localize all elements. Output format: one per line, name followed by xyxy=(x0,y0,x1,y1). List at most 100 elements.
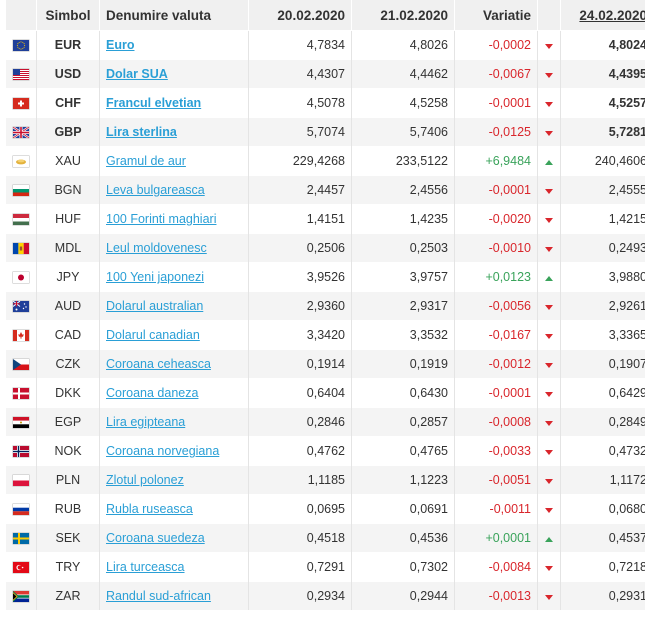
currency-name-link[interactable]: Rubla ruseasca xyxy=(106,502,193,516)
rate-variation: -0,0067 xyxy=(454,59,538,89)
rate-date2: 1,1223 xyxy=(351,465,455,495)
rate-variation: -0,0020 xyxy=(454,204,538,234)
table-header-row: Simbol Denumire valuta 20.02.2020 21.02.… xyxy=(6,0,645,31)
rate-variation: -0,0001 xyxy=(454,88,538,118)
eg-flag-icon xyxy=(13,417,29,429)
rate-date3: 2,4555 xyxy=(560,175,645,205)
flag-cell xyxy=(6,320,37,350)
rate-date2: 233,5122 xyxy=(351,146,455,176)
currency-name-cell[interactable]: Coroana ceheasca xyxy=(99,349,249,379)
rate-date2: 2,4556 xyxy=(351,175,455,205)
trend-cell xyxy=(537,349,561,379)
currency-name-link[interactable]: Coroana norvegiana xyxy=(106,444,219,458)
rate-date1: 0,7291 xyxy=(248,552,352,582)
currency-name-link[interactable]: 100 Forinti maghiari xyxy=(106,212,216,226)
currency-symbol: HUF xyxy=(36,204,100,234)
rate-date1: 229,4268 xyxy=(248,146,352,176)
trend-cell xyxy=(537,175,561,205)
currency-name-cell[interactable]: Francul elvetian xyxy=(99,88,249,118)
currency-name-cell[interactable]: Leva bulgareasca xyxy=(99,175,249,205)
rate-date1: 3,9526 xyxy=(248,262,352,292)
currency-name-cell[interactable]: Euro xyxy=(99,30,249,60)
currency-name-cell[interactable]: Coroana norvegiana xyxy=(99,436,249,466)
rate-date3: 3,3365 xyxy=(560,320,645,350)
date3-header-link[interactable]: 24.02.2020 xyxy=(579,8,645,23)
rate-date1: 0,1914 xyxy=(248,349,352,379)
currency-name-cell[interactable]: Dolarul australian xyxy=(99,291,249,321)
currency-name-link[interactable]: Coroana suedeza xyxy=(106,531,205,545)
rate-date1: 0,6404 xyxy=(248,378,352,408)
eu-flag-icon xyxy=(13,40,29,52)
currency-name-cell[interactable]: Coroana daneza xyxy=(99,378,249,408)
trend-cell xyxy=(537,204,561,234)
rate-variation: -0,0013 xyxy=(454,581,538,610)
currency-name-link[interactable]: Gramul de aur xyxy=(106,154,186,168)
currency-name-link[interactable]: Leva bulgareasca xyxy=(106,183,205,197)
currency-name-link[interactable]: Zlotul polonez xyxy=(106,473,184,487)
currency-name-link[interactable]: Dolarul australian xyxy=(106,299,203,313)
date3-column-header[interactable]: 24.02.2020 xyxy=(560,0,645,31)
currency-name-cell[interactable]: Randul sud-african xyxy=(99,581,249,610)
au-flag-icon xyxy=(13,301,29,313)
currency-name-cell[interactable]: Lira sterlina xyxy=(99,117,249,147)
xau-flag-icon xyxy=(13,156,29,168)
gb-flag-icon xyxy=(13,127,29,139)
currency-symbol: CZK xyxy=(36,349,100,379)
trend-cell xyxy=(537,581,561,610)
rate-variation: +6,9484 xyxy=(454,146,538,176)
currency-name-link[interactable]: Coroana ceheasca xyxy=(106,357,211,371)
currency-name-link[interactable]: 100 Yeni japonezi xyxy=(106,270,204,284)
table-row: USD Dolar SUA 4,4307 4,4462 -0,0067 4,43… xyxy=(6,59,645,89)
currency-name-link[interactable]: Lira turceasca xyxy=(106,560,185,574)
rate-date2: 0,2944 xyxy=(351,581,455,610)
triangle-down-icon xyxy=(545,218,553,223)
rate-date1: 2,4457 xyxy=(248,175,352,205)
currency-name-cell[interactable]: Dolarul canadian xyxy=(99,320,249,350)
rate-date2: 0,0691 xyxy=(351,494,455,524)
currency-name-cell[interactable]: Dolar SUA xyxy=(99,59,249,89)
table-row: DKK Coroana daneza 0,6404 0,6430 -0,0001… xyxy=(6,378,645,408)
currency-name-cell[interactable]: Zlotul polonez xyxy=(99,465,249,495)
trend-cell xyxy=(537,291,561,321)
rate-date1: 1,1185 xyxy=(248,465,352,495)
currency-name-cell[interactable]: Lira turceasca xyxy=(99,552,249,582)
currency-name-cell[interactable]: Gramul de aur xyxy=(99,146,249,176)
cz-flag-icon xyxy=(13,359,29,371)
currency-name-cell[interactable]: Rubla ruseasca xyxy=(99,494,249,524)
currency-name-link[interactable]: Francul elvetian xyxy=(106,96,201,110)
bg-flag-icon xyxy=(13,185,29,197)
currency-name-link[interactable]: Leul moldovenesc xyxy=(106,241,207,255)
exchange-rate-table: Simbol Denumire valuta 20.02.2020 21.02.… xyxy=(6,0,645,610)
triangle-down-icon xyxy=(545,363,553,368)
currency-name-cell[interactable]: Lira egipteana xyxy=(99,407,249,437)
trend-cell xyxy=(537,494,561,524)
currency-name-cell[interactable]: 100 Forinti maghiari xyxy=(99,204,249,234)
currency-name-cell[interactable]: 100 Yeni japonezi xyxy=(99,262,249,292)
rate-date3: 0,6429 xyxy=(560,378,645,408)
rate-date1: 3,3420 xyxy=(248,320,352,350)
jp-flag-icon xyxy=(13,272,29,284)
rate-date1: 0,2506 xyxy=(248,233,352,263)
currency-name-link[interactable]: Lira sterlina xyxy=(106,125,177,139)
currency-name-link[interactable]: Dolarul canadian xyxy=(106,328,200,342)
currency-name-link[interactable]: Lira egipteana xyxy=(106,415,185,429)
rate-variation: -0,0011 xyxy=(454,494,538,524)
table-row: JPY 100 Yeni japonezi 3,9526 3,9757 +0,0… xyxy=(6,262,645,292)
ru-flag-icon xyxy=(13,504,29,516)
triangle-up-icon xyxy=(545,276,553,281)
currency-name-link[interactable]: Coroana daneza xyxy=(106,386,198,400)
currency-symbol: ZAR xyxy=(36,581,100,610)
symbol-column-header: Simbol xyxy=(36,0,100,31)
currency-symbol: CHF xyxy=(36,88,100,118)
currency-name-cell[interactable]: Coroana suedeza xyxy=(99,523,249,553)
currency-name-link[interactable]: Euro xyxy=(106,38,134,52)
ca-flag-icon xyxy=(13,330,29,342)
rate-date3: 4,5257 xyxy=(560,88,645,118)
currency-name-link[interactable]: Randul sud-african xyxy=(106,589,211,603)
flag-cell xyxy=(6,262,37,292)
rate-date2: 0,6430 xyxy=(351,378,455,408)
currency-name-cell[interactable]: Leul moldovenesc xyxy=(99,233,249,263)
trend-cell xyxy=(537,523,561,553)
currency-name-link[interactable]: Dolar SUA xyxy=(106,67,168,81)
rate-date3: 0,2931 xyxy=(560,581,645,610)
